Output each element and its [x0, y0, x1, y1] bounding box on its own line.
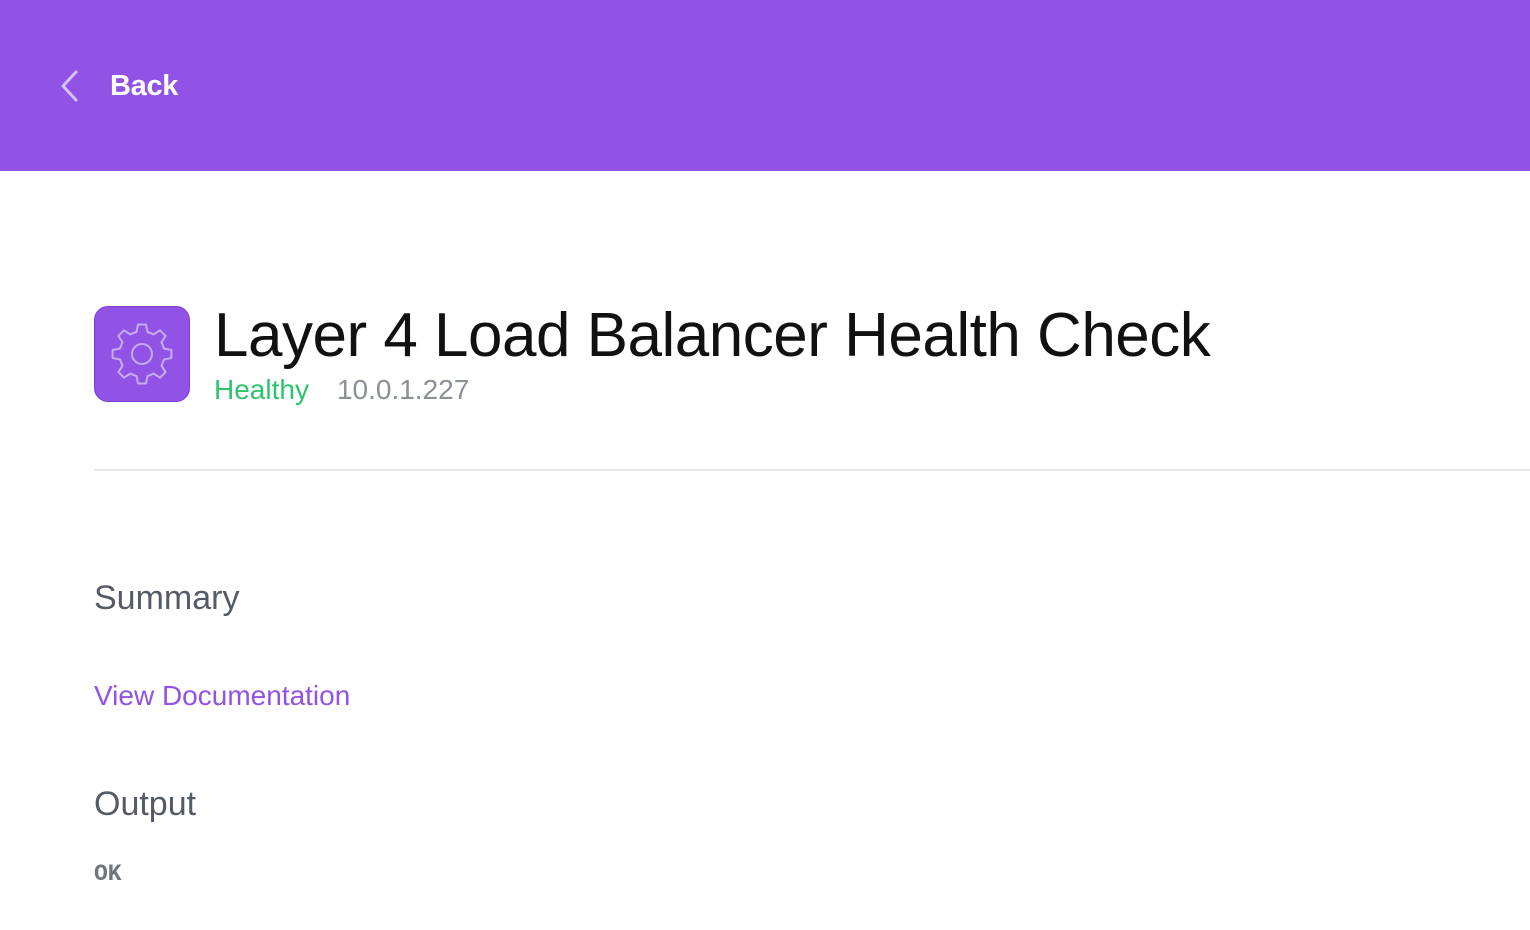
gear-icon — [94, 306, 190, 402]
status-row: Healthy 10.0.1.227 — [214, 372, 469, 408]
page-title: Layer 4 Load Balancer Health Check — [214, 301, 1211, 370]
ip-address: 10.0.1.227 — [336, 374, 470, 405]
status-badge: Healthy — [214, 374, 309, 405]
back-label: Back — [110, 69, 179, 102]
view-documentation-link[interactable]: View Documentation — [94, 678, 350, 714]
back-button[interactable]: Back — [56, 66, 178, 106]
chevron-left-icon — [56, 66, 84, 106]
top-bar: Back — [0, 0, 1530, 171]
summary-heading: Summary — [94, 579, 240, 617]
output-heading: Output — [94, 785, 197, 823]
output-text: OK — [94, 861, 122, 887]
divider — [94, 469, 1530, 471]
